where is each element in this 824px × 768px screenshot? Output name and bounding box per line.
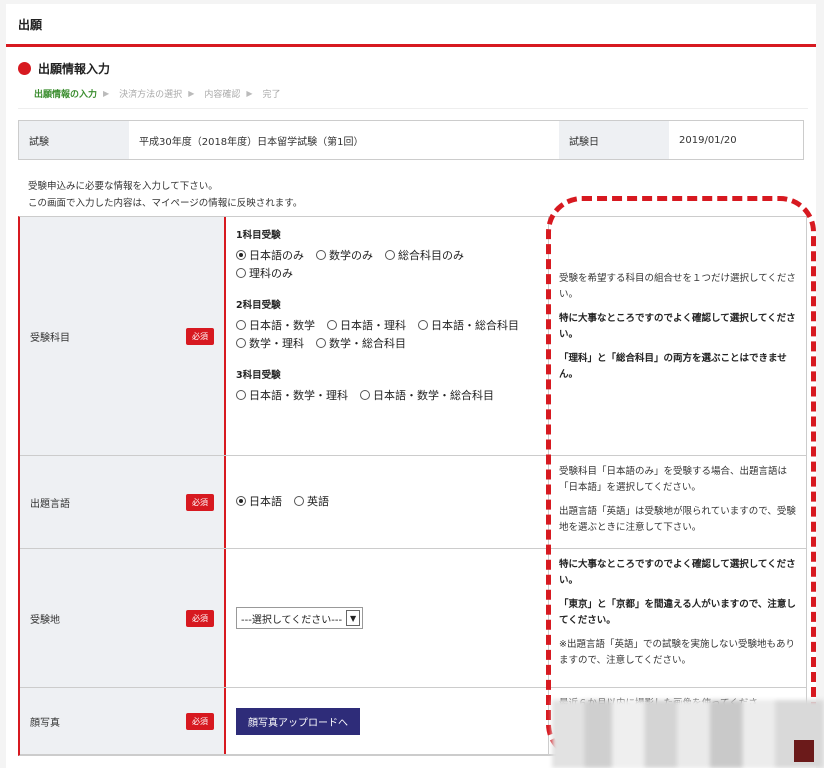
progress-steps: 出願情報の入力 ▶ 決済方法の選択 ▶ 内容確認 ▶ 完了 [34, 87, 287, 100]
language-help: 受験科目「日本語のみ」を受験する場合、出題言語は「日本語」を選択してください。 … [548, 456, 806, 548]
exam-date-value: 2019/01/20 [669, 120, 804, 160]
help-text-bold: 特に大事なところですのでよく確認して選択してください。 [559, 313, 796, 340]
row-label: 出題言語 必須 [20, 456, 226, 548]
subjects-help: 受験を希望する科目の組合せを１つだけ選択してください。 特に大事なところですので… [548, 217, 806, 455]
red-dot-icon [18, 62, 31, 75]
radio-math-science[interactable]: 数学・理科 [236, 335, 304, 351]
required-badge: 必須 [186, 609, 214, 627]
radio-icon [236, 268, 246, 278]
radio-icon [385, 250, 395, 260]
location-help: 特に大事なところですのでよく確認して選択してください。 「東京」と「京都」を間違… [548, 549, 806, 687]
help-text: 受験を希望する科目の組合せを１つだけ選択してください。 [559, 273, 796, 300]
help-text: 出題言語「英語」は受験地が限られていますので、受験地を選ぶときに注意して下さい。 [559, 506, 796, 533]
radio-science-only[interactable]: 理科のみ [236, 265, 293, 281]
help-text: ※出題言語「英語」での試験を実施しない受験地もありますので、注意してください。 [559, 639, 795, 666]
radio-checked-icon [236, 496, 246, 506]
row-label: 顔写真 必須 [20, 688, 226, 754]
radio-ja-general[interactable]: 日本語・総合科目 [418, 317, 519, 333]
radio-checked-icon [236, 250, 246, 260]
page-title: 出願 [18, 17, 43, 32]
group2-title: 2科目受験 [236, 300, 281, 311]
required-badge: 必須 [186, 493, 214, 511]
radio-icon [236, 390, 246, 400]
location-field: ---選択してください--- ▼ [226, 549, 548, 687]
intro-line: 受験申込みに必要な情報を入力して下さい。 [28, 181, 218, 192]
page: 出願 出願情報入力 出願情報の入力 ▶ 決済方法の選択 ▶ 内容確認 ▶ 完了 … [6, 4, 816, 768]
radio-icon [327, 320, 337, 330]
exam-value: 平成30年度（2018年度）日本留学試験（第1回） [129, 120, 559, 160]
radio-lang-english[interactable]: 英語 [294, 493, 329, 509]
intro-text: 受験申込みに必要な情報を入力して下さい。 この画面で入力した内容は、マイページの… [28, 178, 302, 212]
blurred-region-dark [794, 740, 814, 762]
help-text-bold: 「理科」と「総合科目」の両方を選ぶことはできません。 [559, 353, 787, 380]
row-subjects: 受験科目 必須 1科目受験 日本語のみ 数学のみ 総合科目のみ 理科のみ 2科目… [20, 217, 806, 456]
step-arrow-icon: ▶ [103, 89, 110, 98]
radio-icon [418, 320, 428, 330]
group1-title: 1科目受験 [236, 230, 281, 241]
help-text: 受験科目「日本語のみ」を受験する場合、出題言語は「日本語」を選択してください。 [559, 466, 788, 493]
photo-upload-button[interactable]: 顔写真アップロードへ [236, 707, 360, 735]
photo-label: 顔写真 [30, 717, 60, 729]
subjects-label: 受験科目 [30, 332, 70, 344]
location-select[interactable]: ---選択してください--- ▼ [236, 607, 364, 629]
photo-field: 顔写真アップロードへ [226, 688, 548, 754]
radio-icon [294, 496, 304, 506]
page-header: 出願 [6, 4, 816, 47]
radio-ja-math[interactable]: 日本語・数学 [236, 317, 315, 333]
language-field: 日本語 英語 [226, 456, 548, 548]
blurred-region [552, 700, 824, 768]
required-badge: 必須 [186, 712, 214, 730]
help-text-bold: 「東京」と「京都」を間違える人がいますので、注意してください。 [559, 599, 796, 626]
radio-math-general[interactable]: 数学・総合科目 [316, 335, 406, 351]
section-title: 出願情報入力 [18, 60, 110, 77]
radio-icon [360, 390, 370, 400]
radio-ja-math-science[interactable]: 日本語・数学・理科 [236, 387, 348, 403]
location-label: 受験地 [30, 614, 60, 626]
radio-math-only[interactable]: 数学のみ [316, 247, 373, 263]
step-confirm: 内容確認 [204, 90, 241, 100]
chevron-down-icon: ▼ [346, 610, 361, 626]
row-language: 出題言語 必須 日本語 英語 受験科目「日本語のみ」を受験する場合、出題言語は「… [20, 456, 806, 549]
exam-label: 試験 [18, 120, 129, 160]
section-title-text: 出願情報入力 [38, 62, 111, 76]
row-label: 受験地 必須 [20, 549, 226, 687]
radio-lang-japanese[interactable]: 日本語 [236, 493, 282, 509]
step-complete: 完了 [262, 90, 281, 100]
required-badge: 必須 [186, 327, 214, 345]
radio-icon [316, 250, 326, 260]
radio-general-only[interactable]: 総合科目のみ [385, 247, 464, 263]
radio-ja-science[interactable]: 日本語・理科 [327, 317, 406, 333]
subjects-field: 1科目受験 日本語のみ 数学のみ 総合科目のみ 理科のみ 2科目受験 日本語・数… [226, 217, 548, 455]
exam-date-label: 試験日 [559, 120, 669, 160]
exam-info-table: 試験 平成30年度（2018年度）日本留学試験（第1回） 試験日 2019/01… [18, 120, 804, 160]
group3-title: 3科目受験 [236, 370, 281, 381]
radio-icon [316, 338, 326, 348]
application-form: 受験科目 必須 1科目受験 日本語のみ 数学のみ 総合科目のみ 理科のみ 2科目… [18, 216, 807, 756]
step-arrow-icon: ▶ [246, 89, 253, 98]
row-location: 受験地 必須 ---選択してください--- ▼ 特に大事なところですのでよく確認… [20, 549, 806, 688]
radio-icon [236, 338, 246, 348]
intro-line: この画面で入力した内容は、マイページの情報に反映されます。 [28, 198, 303, 209]
step-arrow-icon: ▶ [188, 89, 195, 98]
divider [18, 108, 808, 109]
radio-japanese-only[interactable]: 日本語のみ [236, 247, 304, 263]
language-label: 出題言語 [30, 498, 70, 510]
radio-icon [236, 320, 246, 330]
step-input: 出願情報の入力 [34, 90, 98, 100]
radio-ja-math-general[interactable]: 日本語・数学・総合科目 [360, 387, 494, 403]
step-payment: 決済方法の選択 [119, 90, 183, 100]
help-text-bold: 特に大事なところですのでよく確認して選択してください。 [559, 559, 796, 586]
row-label: 受験科目 必須 [20, 217, 226, 455]
